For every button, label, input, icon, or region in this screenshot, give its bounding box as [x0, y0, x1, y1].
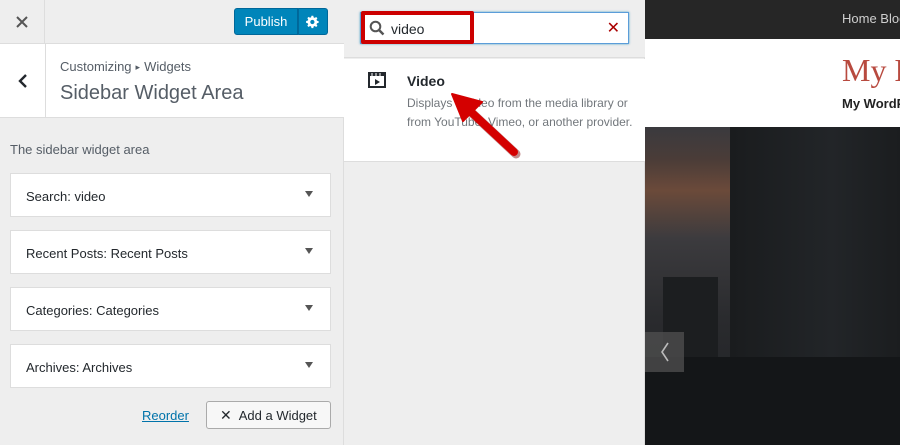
breadcrumb: Customizing ▸ Widgets — [60, 59, 191, 74]
search-icon — [369, 20, 385, 36]
widget-type: Categories: — [26, 303, 93, 318]
gear-icon — [306, 15, 319, 28]
breadcrumb-current: Widgets — [144, 59, 192, 74]
widget-categories[interactable]: Categories: Categories — [10, 287, 331, 331]
clear-search-button[interactable]: ✕ — [607, 18, 620, 38]
section-header: Customizing ▸ Widgets Sidebar Widget Area — [0, 44, 344, 118]
widget-search-input[interactable] — [391, 19, 591, 39]
widget-title: Recent Posts: Recent Posts — [26, 246, 188, 261]
site-tagline: My WordPress Blog — [842, 96, 900, 111]
preview-site-header: My Blog My WordPress Blog — [645, 39, 900, 127]
reorder-link[interactable]: Reorder — [142, 408, 189, 423]
widget-name: Recent Posts — [110, 246, 188, 261]
widget-title: Categories: Categories — [26, 303, 159, 318]
expand-arrow-icon[interactable] — [305, 305, 313, 311]
widget-type: Search: — [26, 189, 71, 204]
widget-title: Search: video — [26, 189, 106, 204]
customizer-header: Publish — [0, 0, 344, 44]
close-customizer-button[interactable] — [0, 0, 45, 44]
publish-settings-button[interactable] — [298, 8, 328, 35]
site-preview: Home Blog My Blog My WordPress Blog — [645, 0, 900, 445]
widget-type: Archives: — [26, 360, 80, 375]
hero-image — [645, 127, 900, 445]
widget-area-description: The sidebar widget area — [10, 142, 150, 157]
previous-slide-button[interactable] — [645, 332, 684, 372]
widget-archives[interactable]: Archives: Archives — [10, 344, 331, 388]
back-button[interactable] — [0, 44, 46, 118]
close-icon: ✕ — [220, 406, 232, 423]
available-widgets-panel: ✕ Video Displays a video from the media … — [344, 0, 645, 445]
chevron-left-icon — [660, 342, 669, 362]
add-widget-label: Add a Widget — [238, 407, 317, 423]
expand-arrow-icon[interactable] — [305, 191, 313, 197]
breadcrumb-separator: ▸ — [135, 62, 141, 72]
widget-search-area: ✕ — [344, 0, 645, 58]
widget-name: Archives — [82, 360, 133, 375]
widget-title: Archives: Archives — [26, 360, 132, 375]
preview-nav-links[interactable]: Home Blog — [842, 11, 900, 26]
expand-arrow-icon[interactable] — [305, 248, 313, 254]
widget-search[interactable]: Search: video — [10, 173, 331, 217]
widget-recent-posts[interactable]: Recent Posts: Recent Posts — [10, 230, 331, 274]
close-icon — [16, 16, 28, 28]
widget-name: Categories — [96, 303, 159, 318]
site-title[interactable]: My Blog — [842, 52, 900, 89]
customizer-sidebar: Publish Customizing ▸ Widgets Sidebar Widg… — [0, 0, 344, 445]
publish-button[interactable]: Publish — [234, 8, 298, 35]
section-title: Sidebar Widget Area — [60, 82, 244, 104]
widget-result-video[interactable]: Video Displays a video from the media li… — [344, 59, 645, 162]
widget-type: Recent Posts: — [26, 246, 107, 261]
video-icon — [368, 72, 386, 88]
add-widget-button[interactable]: ✕ Add a Widget — [206, 401, 331, 429]
widget-search-box: ✕ — [360, 12, 629, 44]
widget-name: video — [74, 189, 106, 204]
breadcrumb-root: Customizing — [60, 59, 132, 74]
chevron-left-icon — [17, 74, 27, 88]
expand-arrow-icon[interactable] — [305, 362, 313, 368]
widget-result-title: Video — [407, 73, 445, 89]
widget-result-description: Displays a video from the media library … — [407, 96, 633, 129]
preview-nav-bar: Home Blog — [645, 0, 900, 39]
